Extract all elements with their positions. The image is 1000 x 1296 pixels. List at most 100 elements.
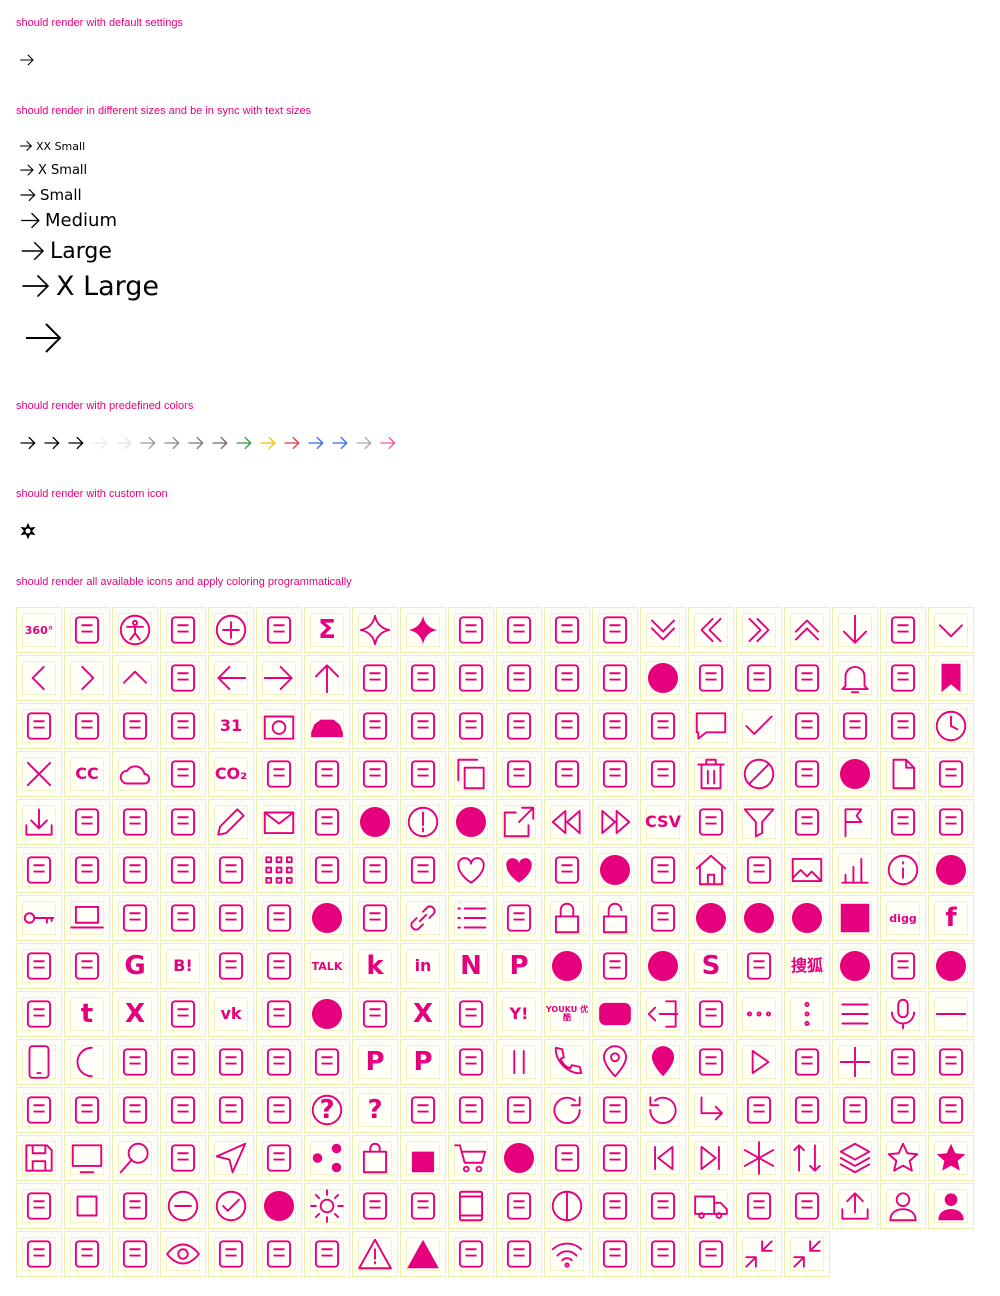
icon-cell [832,607,878,653]
icon-cell [208,607,254,653]
more-horizontal-icon [737,992,781,1036]
stack-icon [833,1136,877,1180]
arrow-right-icon [140,436,156,450]
volume-up-icon [305,1232,349,1276]
icon-cell [928,655,974,701]
user-manual-book-icon [65,1232,109,1276]
icon-cell [880,799,926,845]
arrow-head-down-outline-icon [929,608,973,652]
battery-level-icon [545,656,589,700]
user-icon [881,1184,925,1228]
icon-cell [160,703,206,749]
push-pin-icon [113,1088,157,1132]
icon-cell [160,1087,206,1133]
clock-icon [929,704,973,748]
roadside-assistant-icon [785,1088,829,1132]
star-icon [881,1136,925,1180]
arrow-right-icon [284,436,300,450]
icon-cell [688,1087,734,1133]
sparkle-icon [353,608,397,652]
icon-cell [736,1231,782,1277]
icon-cell [16,895,62,941]
close-icon [17,752,61,796]
icon-cell [304,1039,350,1085]
icon-cell [496,1087,542,1133]
home-icon [689,848,733,892]
icon-text: k [366,951,384,981]
icon-cell [928,751,974,797]
icon-cell [352,1183,398,1229]
new-chat-icon [113,1040,157,1084]
icon-cell [928,1087,974,1133]
snowflake-icon [737,1136,781,1180]
icon-cell [592,703,638,749]
icon-cell [688,847,734,893]
icon-cell [832,847,878,893]
icon-cell [496,1183,542,1229]
heart-icon [449,848,493,892]
icon-cell [544,943,590,989]
drag-icon [65,800,109,844]
icon-cell [448,1135,494,1181]
delete-icon [689,752,733,796]
logo-foursquare-icon [17,944,61,988]
size-row-medium: Medium [18,208,117,233]
icon-cell [160,1039,206,1085]
qr-icon [209,1088,253,1132]
icon-text: YOUKU 优酷 [545,1005,589,1022]
section-title-sizes: should render in different sizes and be … [16,105,312,117]
icon-cell [448,655,494,701]
logo-weibo-icon [305,992,349,1036]
icon-cell [880,1087,926,1133]
icon-cell [880,943,926,989]
icon-cell [592,1039,638,1085]
road-icon [737,1088,781,1132]
tachometer-icon [497,1184,541,1228]
menu-lines-icon [833,992,877,1036]
icon-cell [496,1039,542,1085]
icon-grid: 360° Σ 31 CC CO₂ CSV digg f G B! TALK k in N P S 搜狐 t Xvk X… [16,607,976,1279]
compass-icon [353,752,397,796]
paste-icon [449,1040,493,1084]
logo-skyrock-icon: S [689,944,733,988]
icon-text: B! [173,956,193,975]
icon-cell: YOUKU 优酷 [544,991,590,1037]
route-icon [881,1088,925,1132]
icon-cell [352,847,398,893]
icon-cell [112,1231,158,1277]
arrow-right-icon [20,188,36,202]
icon-cell [16,1135,62,1181]
icon-cell [304,1183,350,1229]
logo-sohu-icon: 搜狐 [785,944,829,988]
arrow-right-icon [380,436,396,450]
icon-cell [256,655,302,701]
price-tag-icon [929,1040,973,1084]
theme-icon [545,1184,589,1228]
icon-cell [592,943,638,989]
icon-cell [160,1231,206,1277]
icon-cell: Σ [304,607,350,653]
icon-cell [256,751,302,797]
warning-icon [353,1232,397,1276]
icon-cell [640,847,686,893]
icon-cell [592,1231,638,1277]
icon-cell [640,895,686,941]
icon-cell [448,751,494,797]
charging-station-icon [593,704,637,748]
radar-icon [449,1088,493,1132]
arrow-head-right-outline-icon [65,656,109,700]
icon-cell [592,799,638,845]
accessibility-beam-icon [65,608,109,652]
icon-cell [448,991,494,1037]
wrench-icon [641,1232,685,1276]
icon-cell [880,751,926,797]
icon-cell [832,703,878,749]
logo-pinterest-icon: P [497,944,541,988]
icon-cell [784,847,830,893]
arrow-right-icon [20,54,34,66]
icon-cell [448,799,494,845]
arrow-right-icon [20,436,36,450]
icon-cell [16,1231,62,1277]
logo-viber-icon [161,992,205,1036]
icon-cell: B! [160,943,206,989]
